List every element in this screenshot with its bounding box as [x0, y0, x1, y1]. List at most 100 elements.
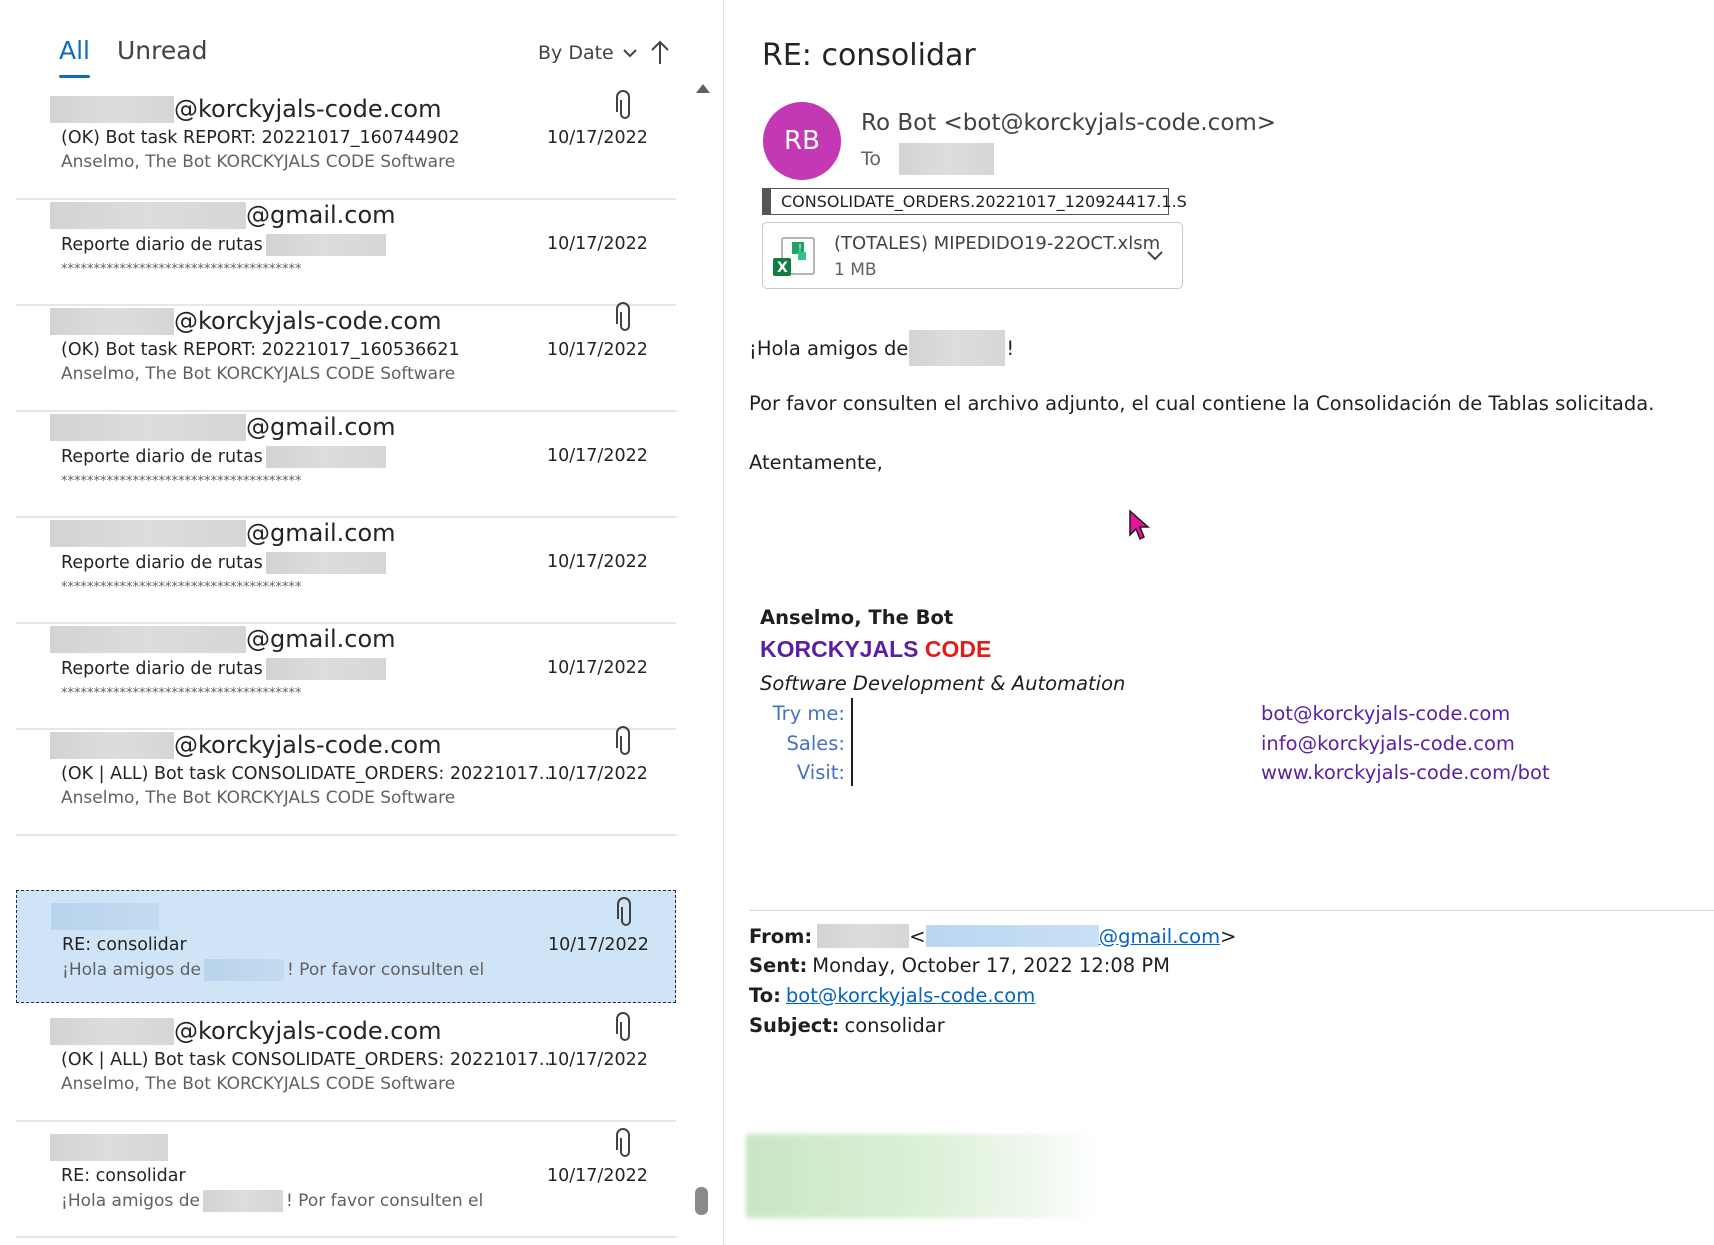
redacted-text: [202, 1190, 283, 1212]
message-list-header: All Unread By Date: [0, 0, 724, 84]
chevron-down-icon[interactable]: [1143, 243, 1167, 267]
signature-website-link[interactable]: www.korckyjals-code.com/bot: [1261, 761, 1550, 784]
quoted-subject-label: Subject:: [749, 1014, 840, 1037]
date: 10/17/2022: [547, 764, 648, 784]
preview-text: ¡Hola amigos de: [62, 960, 201, 980]
signature-label: Sales:: [786, 732, 845, 755]
angle-bracket: >: [1220, 924, 1237, 948]
redacted-text: [203, 959, 284, 981]
quoted-subject-value: consolidar: [844, 1014, 945, 1037]
paperclip-icon: [616, 90, 630, 119]
subject-text: Reporte diario de rutas: [61, 447, 263, 467]
subject-text: Reporte diario de rutas: [61, 659, 263, 679]
preview: ¡Hola amigos de ! Por favor consulten el: [62, 959, 484, 981]
message-item[interactable]: @gmail.com Reporte diario de rutas 10/17…: [16, 190, 676, 306]
redacted-sender: [50, 1133, 168, 1161]
paperclip-icon: [616, 726, 630, 755]
signature-divider: [851, 698, 853, 786]
sender-email: @korckyjals-code.com: [174, 95, 442, 123]
redacted-sender: [50, 307, 174, 335]
message-item-selected[interactable]: RE: consolidar 10/17/2022 ¡Hola amigos d…: [16, 890, 676, 1003]
message-item[interactable]: @korckyjals-code.com (OK) Bot task REPOR…: [16, 296, 676, 412]
quoted-from-label: From:: [749, 924, 813, 948]
sender: @gmail.com: [50, 518, 396, 548]
recipient-line: To: [861, 143, 995, 175]
preview-text: ! Por favor consulten el: [285, 1191, 484, 1211]
preview-text: ! Por favor consulten el: [286, 960, 485, 980]
date: 10/17/2022: [547, 446, 648, 466]
sort-direction-arrow-icon[interactable]: [648, 38, 672, 68]
message-item[interactable]: @korckyjals-code.com (OK | ALL) Bot task…: [16, 1006, 676, 1122]
preview: Anselmo, The Bot KORCKYJALS CODE Softwar…: [61, 364, 456, 384]
sender-email: @korckyjals-code.com: [174, 307, 442, 335]
redacted-text: [265, 234, 386, 256]
redacted-sender: [50, 201, 246, 229]
sender: @gmail.com: [50, 200, 396, 230]
tab-all[interactable]: All: [59, 36, 90, 65]
redacted-sender: [50, 519, 246, 547]
company-name-part: KORCKYJALS: [760, 636, 919, 662]
signature-sales-link[interactable]: info@korckyjals-code.com: [1261, 732, 1515, 755]
subject: Reporte diario de rutas: [61, 658, 386, 680]
preview: Anselmo, The Bot KORCKYJALS CODE Softwar…: [61, 788, 456, 808]
message-item[interactable]: RE: consolidar 10/17/2022 ¡Hola amigos d…: [16, 1122, 676, 1238]
message-subject-title: RE: consolidar: [762, 38, 976, 73]
redacted-sender: [50, 95, 174, 123]
scroll-up-arrow-icon[interactable]: [696, 84, 710, 93]
redacted-recipient[interactable]: [899, 143, 995, 175]
message-item[interactable]: @gmail.com Reporte diario de rutas 10/17…: [16, 508, 676, 624]
date: 10/17/2022: [547, 128, 648, 148]
blurred-image: [746, 1134, 1099, 1218]
quoted-to-email-link[interactable]: bot@korckyjals-code.com: [786, 984, 1035, 1007]
preview: ¡Hola amigos de ! Por favor consulten el: [61, 1190, 483, 1212]
subject: Reporte diario de rutas: [61, 446, 386, 468]
sender-email: @gmail.com: [246, 201, 396, 229]
subject: (OK) Bot task REPORT: 20221017_160744902: [61, 128, 460, 148]
sort-by-button[interactable]: By Date: [538, 42, 638, 64]
preview: Anselmo, The Bot KORCKYJALS CODE Softwar…: [61, 1074, 456, 1094]
sender-email: @korckyjals-code.com: [174, 731, 442, 759]
message-list-scrollbar[interactable]: [692, 80, 712, 1245]
greeting-text: !: [1006, 336, 1015, 360]
quoted-to-line: To: bot@korckyjals-code.com: [749, 984, 1035, 1007]
subject-text: Reporte diario de rutas: [61, 235, 263, 255]
excel-file-icon: ! X: [773, 237, 815, 276]
closing-line: Atentamente,: [749, 451, 883, 474]
signature-email-link[interactable]: bot@korckyjals-code.com: [1261, 702, 1510, 725]
redacted-sender: [51, 902, 159, 930]
message-list[interactable]: @korckyjals-code.com (OK) Bot task REPOR…: [0, 84, 690, 1245]
subject: (OK) Bot task REPORT: 20221017_160536621: [61, 340, 460, 360]
subject: RE: consolidar: [61, 1166, 186, 1186]
angle-bracket: <: [909, 924, 926, 948]
scrollbar-thumb[interactable]: [695, 1187, 708, 1215]
greeting-line: ¡Hola amigos de !: [749, 330, 1014, 366]
sender: @korckyjals-code.com: [50, 94, 441, 124]
attachment-card[interactable]: ! X (TOTALES) MIPEDIDO19-22OCT.xlsm 1 MB: [762, 222, 1183, 289]
attachment-label: CONSOLIDATE_ORDERS.20221017_120924417.1.…: [762, 188, 1187, 215]
preview-text: ¡Hola amigos de: [61, 1191, 200, 1211]
subject: (OK | ALL) Bot task CONSOLIDATE_ORDERS: …: [61, 764, 556, 784]
sender-name-email[interactable]: Ro Bot <bot@korckyjals-code.com>: [861, 110, 1276, 136]
message-item[interactable]: @korckyjals-code.com (OK) Bot task REPOR…: [16, 84, 676, 200]
subject: (OK | ALL) Bot task CONSOLIDATE_ORDERS: …: [61, 1050, 556, 1070]
quoted-from-email-link[interactable]: @gmail.com: [1099, 925, 1221, 948]
sender: [51, 901, 159, 931]
redacted-sender: [50, 731, 174, 759]
preview: *************************************: [61, 580, 302, 595]
subject-text: Reporte diario de rutas: [61, 553, 263, 573]
tab-unread[interactable]: Unread: [117, 36, 207, 65]
redacted-email[interactable]: [925, 925, 1099, 947]
sender: @korckyjals-code.com: [50, 730, 441, 760]
redacted-sender: [50, 413, 246, 441]
svg-text:!: !: [798, 243, 802, 254]
sender-avatar[interactable]: RB: [763, 102, 841, 180]
sender: @gmail.com: [50, 624, 396, 654]
subject: Reporte diario de rutas: [61, 552, 386, 574]
message-list-pane: All Unread By Date @korckyjals-code.com …: [0, 0, 724, 1245]
message-item[interactable]: @gmail.com Reporte diario de rutas 10/17…: [16, 402, 676, 518]
message-item[interactable]: @korckyjals-code.com (OK | ALL) Bot task…: [16, 720, 676, 836]
svg-text:X: X: [777, 260, 788, 276]
message-item[interactable]: @gmail.com Reporte diario de rutas 10/17…: [16, 614, 676, 730]
date: 10/17/2022: [547, 1050, 648, 1070]
quoted-sent-value: Monday, October 17, 2022 12:08 PM: [812, 954, 1170, 977]
